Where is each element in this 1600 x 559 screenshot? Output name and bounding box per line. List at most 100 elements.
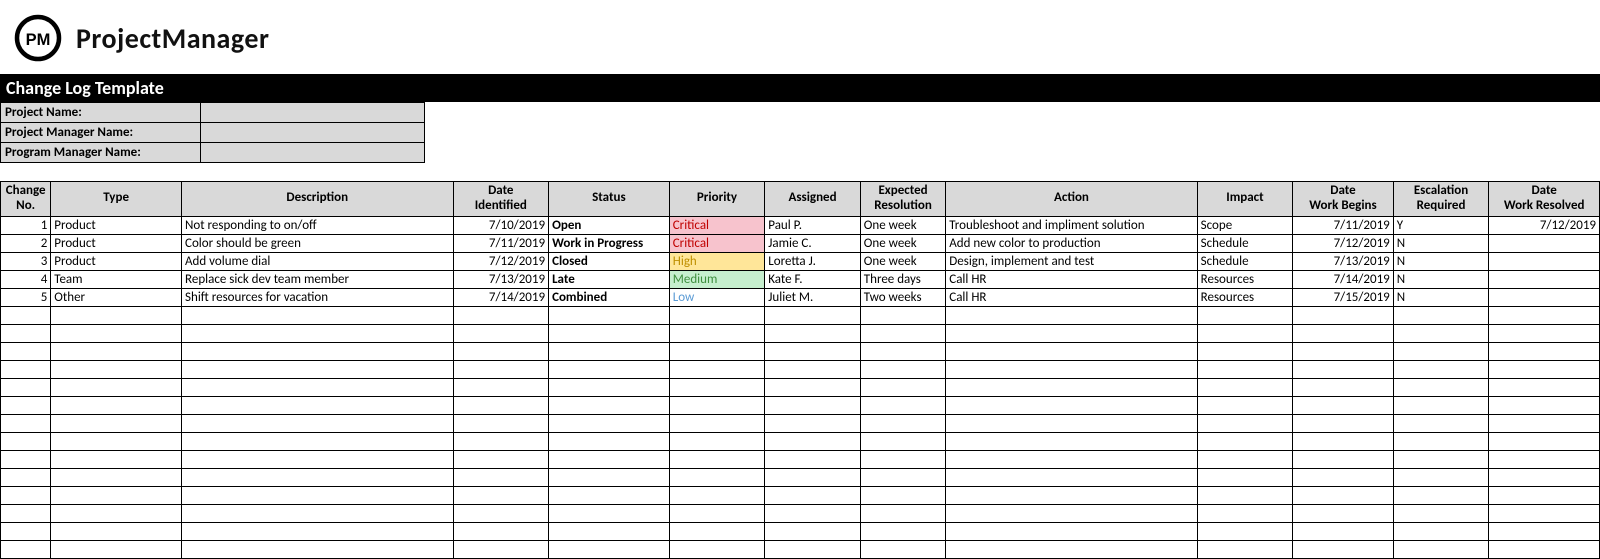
cell-date_work_begins[interactable] xyxy=(1293,324,1394,342)
cell-type[interactable] xyxy=(51,324,182,342)
cell-escalation_required[interactable] xyxy=(1393,360,1489,378)
cell-impact[interactable] xyxy=(1197,414,1293,432)
cell-no[interactable]: 4 xyxy=(1,270,51,288)
cell-escalation_required[interactable] xyxy=(1393,342,1489,360)
cell-impact[interactable] xyxy=(1197,468,1293,486)
cell-escalation_required[interactable] xyxy=(1393,324,1489,342)
cell-expected_resolution[interactable]: Three days xyxy=(860,270,945,288)
cell-no[interactable]: 5 xyxy=(1,288,51,306)
cell-expected_resolution[interactable] xyxy=(860,522,945,540)
cell-escalation_required[interactable]: N xyxy=(1393,270,1489,288)
meta-value[interactable] xyxy=(200,103,424,123)
cell-type[interactable] xyxy=(51,450,182,468)
meta-value[interactable] xyxy=(200,143,424,163)
cell-date_identified[interactable] xyxy=(453,504,549,522)
cell-assigned[interactable]: Jamie C. xyxy=(765,234,861,252)
cell-escalation_required[interactable] xyxy=(1393,414,1489,432)
cell-escalation_required[interactable]: N xyxy=(1393,288,1489,306)
cell-impact[interactable] xyxy=(1197,522,1293,540)
cell-date_work_resolved[interactable] xyxy=(1489,522,1600,540)
cell-description[interactable]: Add volume dial xyxy=(182,252,454,270)
cell-impact[interactable]: Scope xyxy=(1197,216,1293,234)
cell-escalation_required[interactable] xyxy=(1393,306,1489,324)
cell-escalation_required[interactable] xyxy=(1393,378,1489,396)
cell-action[interactable]: Add new color to production xyxy=(946,234,1197,252)
cell-impact[interactable] xyxy=(1197,396,1293,414)
cell-status[interactable] xyxy=(549,396,670,414)
cell-date_work_resolved[interactable] xyxy=(1489,324,1600,342)
cell-status[interactable] xyxy=(549,342,670,360)
cell-action[interactable] xyxy=(946,414,1197,432)
cell-description[interactable] xyxy=(182,378,454,396)
cell-status[interactable] xyxy=(549,540,670,558)
cell-date_identified[interactable]: 7/10/2019 xyxy=(453,216,549,234)
cell-date_work_begins[interactable] xyxy=(1293,450,1394,468)
cell-type[interactable] xyxy=(51,486,182,504)
cell-expected_resolution[interactable] xyxy=(860,540,945,558)
cell-type[interactable] xyxy=(51,378,182,396)
cell-date_work_begins[interactable] xyxy=(1293,486,1394,504)
cell-escalation_required[interactable] xyxy=(1393,504,1489,522)
cell-priority[interactable] xyxy=(669,450,765,468)
cell-type[interactable]: Product xyxy=(51,252,182,270)
cell-status[interactable]: Open xyxy=(549,216,670,234)
cell-assigned[interactable] xyxy=(765,414,861,432)
cell-impact[interactable] xyxy=(1197,378,1293,396)
cell-date_work_begins[interactable]: 7/12/2019 xyxy=(1293,234,1394,252)
cell-date_work_begins[interactable] xyxy=(1293,504,1394,522)
cell-no[interactable] xyxy=(1,360,51,378)
cell-date_identified[interactable] xyxy=(453,324,549,342)
cell-expected_resolution[interactable] xyxy=(860,342,945,360)
cell-assigned[interactable]: Kate F. xyxy=(765,270,861,288)
cell-action[interactable]: Call HR xyxy=(946,288,1197,306)
cell-no[interactable] xyxy=(1,468,51,486)
cell-assigned[interactable] xyxy=(765,306,861,324)
cell-escalation_required[interactable]: Y xyxy=(1393,216,1489,234)
cell-date_work_resolved[interactable] xyxy=(1489,540,1600,558)
cell-escalation_required[interactable]: N xyxy=(1393,252,1489,270)
cell-no[interactable] xyxy=(1,504,51,522)
cell-priority[interactable] xyxy=(669,522,765,540)
cell-status[interactable] xyxy=(549,360,670,378)
cell-escalation_required[interactable] xyxy=(1393,450,1489,468)
cell-date_work_begins[interactable] xyxy=(1293,468,1394,486)
cell-priority[interactable]: High xyxy=(669,252,765,270)
cell-action[interactable]: Troubleshoot and impliment solution xyxy=(946,216,1197,234)
cell-type[interactable] xyxy=(51,342,182,360)
cell-expected_resolution[interactable]: Two weeks xyxy=(860,288,945,306)
cell-date_identified[interactable] xyxy=(453,378,549,396)
cell-assigned[interactable] xyxy=(765,432,861,450)
cell-status[interactable] xyxy=(549,324,670,342)
cell-description[interactable] xyxy=(182,342,454,360)
cell-description[interactable] xyxy=(182,486,454,504)
cell-date_work_resolved[interactable] xyxy=(1489,342,1600,360)
cell-date_work_resolved[interactable] xyxy=(1489,432,1600,450)
cell-expected_resolution[interactable] xyxy=(860,306,945,324)
cell-description[interactable]: Not responding to on/off xyxy=(182,216,454,234)
cell-priority[interactable] xyxy=(669,306,765,324)
cell-escalation_required[interactable] xyxy=(1393,432,1489,450)
cell-action[interactable] xyxy=(946,540,1197,558)
cell-date_identified[interactable] xyxy=(453,360,549,378)
cell-impact[interactable]: Schedule xyxy=(1197,252,1293,270)
cell-date_work_begins[interactable] xyxy=(1293,396,1394,414)
cell-expected_resolution[interactable] xyxy=(860,360,945,378)
cell-date_work_resolved[interactable] xyxy=(1489,252,1600,270)
cell-date_work_begins[interactable]: 7/14/2019 xyxy=(1293,270,1394,288)
cell-action[interactable] xyxy=(946,324,1197,342)
cell-expected_resolution[interactable] xyxy=(860,468,945,486)
cell-date_work_begins[interactable]: 7/11/2019 xyxy=(1293,216,1394,234)
cell-no[interactable] xyxy=(1,540,51,558)
cell-type[interactable]: Product xyxy=(51,216,182,234)
cell-date_identified[interactable] xyxy=(453,540,549,558)
cell-no[interactable] xyxy=(1,324,51,342)
cell-date_work_resolved[interactable] xyxy=(1489,288,1600,306)
cell-date_work_begins[interactable] xyxy=(1293,360,1394,378)
cell-no[interactable] xyxy=(1,450,51,468)
cell-date_work_resolved[interactable] xyxy=(1489,486,1600,504)
cell-description[interactable]: Shift resources for vacation xyxy=(182,288,454,306)
cell-action[interactable]: Design, implement and test xyxy=(946,252,1197,270)
cell-type[interactable] xyxy=(51,414,182,432)
cell-action[interactable] xyxy=(946,486,1197,504)
cell-status[interactable]: Late xyxy=(549,270,670,288)
